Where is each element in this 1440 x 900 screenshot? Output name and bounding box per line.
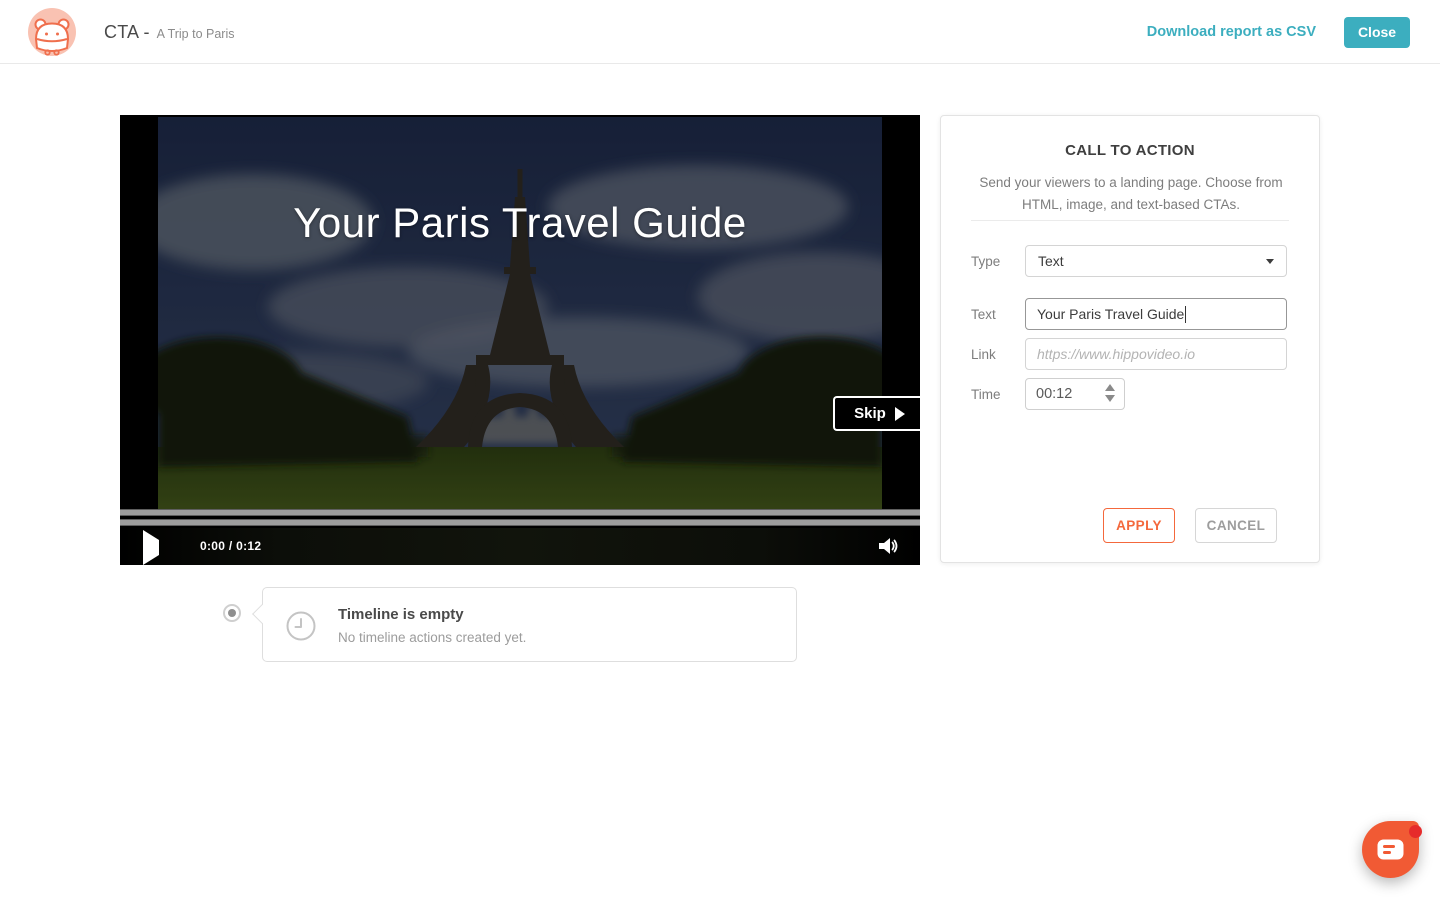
link-label: Link (971, 347, 1025, 362)
play-button[interactable] (141, 537, 161, 557)
video-controls-bar: 0:00 / 0:12 (120, 528, 920, 565)
page-title: CTA - (104, 22, 150, 43)
hippo-logo (28, 8, 76, 56)
breadcrumb: CTA - A Trip to Paris (104, 0, 234, 64)
stepper-down-icon[interactable] (1105, 395, 1115, 402)
cta-time-input[interactable]: 00:12 (1025, 378, 1125, 410)
play-icon (143, 530, 159, 565)
time-label: Time (971, 387, 1025, 402)
time-display: 0:00 / 0:12 (200, 539, 261, 553)
type-label: Type (971, 254, 1025, 269)
time-stepper[interactable] (1105, 384, 1115, 402)
seekbar-buffer[interactable] (120, 519, 920, 526)
chat-bubble-icon (1377, 839, 1404, 860)
header-bar: CTA - A Trip to Paris Download report as… (0, 0, 1440, 64)
seekbar-track[interactable] (120, 509, 920, 516)
apply-button[interactable]: APPLY (1103, 508, 1175, 543)
download-csv-link[interactable]: Download report as CSV (1147, 24, 1316, 40)
timeline-empty-card: Timeline is empty No timeline actions cr… (262, 587, 797, 662)
video-player[interactable]: Your Paris Travel Guide Skip 0:00 / 0:12 (120, 115, 920, 565)
chevron-down-icon (1266, 259, 1274, 264)
time-value: 00:12 (1036, 386, 1072, 402)
cancel-button[interactable]: CANCEL (1195, 508, 1277, 543)
video-overlay-title: Your Paris Travel Guide (120, 199, 920, 247)
skip-button[interactable]: Skip (833, 396, 920, 431)
timeline-card-pointer (252, 604, 272, 624)
divider (971, 220, 1289, 221)
close-button[interactable]: Close (1344, 17, 1410, 48)
timeline-marker (223, 604, 241, 622)
volume-button[interactable] (879, 537, 901, 555)
type-selected-value: Text (1038, 253, 1064, 269)
cta-text-input[interactable]: Your Paris Travel Guide (1025, 298, 1287, 330)
cta-link-input[interactable] (1025, 338, 1287, 370)
stepper-up-icon[interactable] (1105, 384, 1115, 391)
cta-text-value: Your Paris Travel Guide (1037, 306, 1184, 322)
cta-panel: CALL TO ACTION Send your viewers to a la… (940, 115, 1320, 563)
text-cursor (1185, 306, 1186, 323)
volume-icon (879, 537, 901, 555)
video-frame-paris (158, 117, 882, 510)
clock-icon (286, 611, 316, 641)
text-label: Text (971, 307, 1025, 322)
skip-label: Skip (854, 405, 886, 422)
panel-heading: CALL TO ACTION (941, 142, 1319, 159)
skip-play-icon (895, 407, 905, 421)
timeline-empty-subtitle: No timeline actions created yet. (338, 630, 526, 645)
panel-description: Send your viewers to a landing page. Cho… (976, 172, 1286, 215)
notification-dot (1409, 825, 1422, 838)
video-name: A Trip to Paris (157, 24, 235, 41)
chat-launcher-button[interactable] (1362, 821, 1419, 878)
type-select[interactable]: Text (1025, 245, 1287, 277)
timeline-empty-title: Timeline is empty (338, 606, 464, 623)
